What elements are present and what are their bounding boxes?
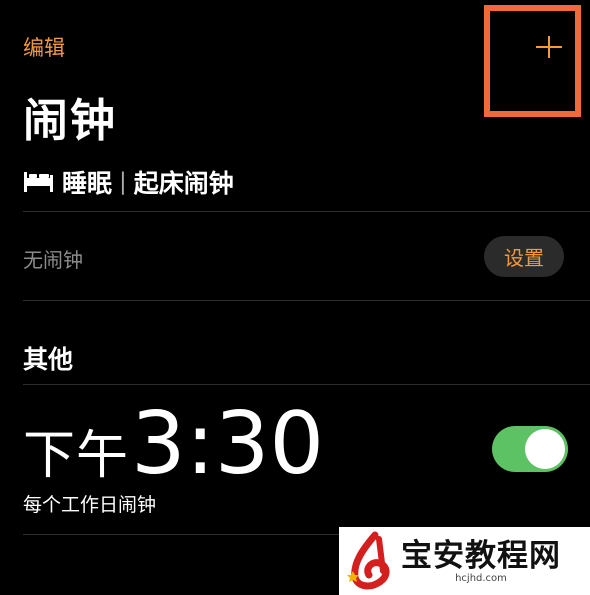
watermark: 宝安教程网 hcjhd.com bbox=[339, 527, 590, 595]
sleep-separator: | bbox=[119, 169, 127, 195]
alarm-toggle[interactable] bbox=[492, 426, 568, 472]
alarm-period: 下午 bbox=[23, 426, 130, 486]
watermark-logo-icon bbox=[345, 531, 397, 591]
no-alarm-label: 无闹钟 bbox=[23, 248, 83, 272]
watermark-title: 宝安教程网 bbox=[401, 537, 561, 574]
divider bbox=[23, 300, 590, 301]
watermark-site: hcjhd.com bbox=[455, 572, 507, 584]
alarm-time-value: 3:30 bbox=[131, 394, 325, 494]
sleep-wake-row[interactable]: 睡眠 | 起床闹钟 bbox=[23, 166, 234, 198]
toggle-knob bbox=[525, 429, 565, 469]
add-button-highlight bbox=[484, 5, 581, 117]
alarm-time[interactable]: 下午 3:30 bbox=[23, 394, 325, 494]
alarm-repeat-label: 每个工作日闹钟 bbox=[23, 494, 157, 516]
bed-icon bbox=[23, 172, 54, 192]
sleep-label: 睡眠 bbox=[62, 169, 113, 198]
divider bbox=[23, 211, 590, 212]
wake-alarm-label: 起床闹钟 bbox=[133, 169, 234, 198]
divider bbox=[23, 384, 590, 385]
page-title: 闹钟 bbox=[23, 94, 118, 147]
edit-button[interactable]: 编辑 bbox=[23, 32, 65, 62]
other-section-heading: 其他 bbox=[23, 345, 74, 374]
setup-button[interactable]: 设置 bbox=[484, 236, 564, 277]
plus-icon[interactable] bbox=[536, 36, 562, 58]
